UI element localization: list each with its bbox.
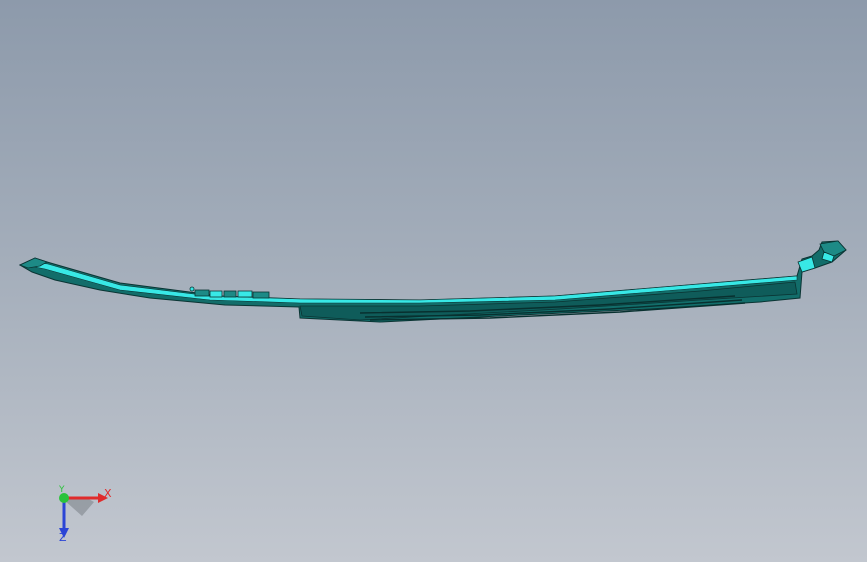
y-axis-label: Y <box>59 485 65 495</box>
x-axis-label: X <box>104 487 112 500</box>
z-axis-label: Z <box>59 531 67 544</box>
spring-clip-blocks <box>189 286 270 299</box>
axis-triad: X Y Z <box>40 480 120 550</box>
3d-viewport[interactable] <box>0 0 867 562</box>
leaf-spring-model[interactable] <box>18 240 847 323</box>
